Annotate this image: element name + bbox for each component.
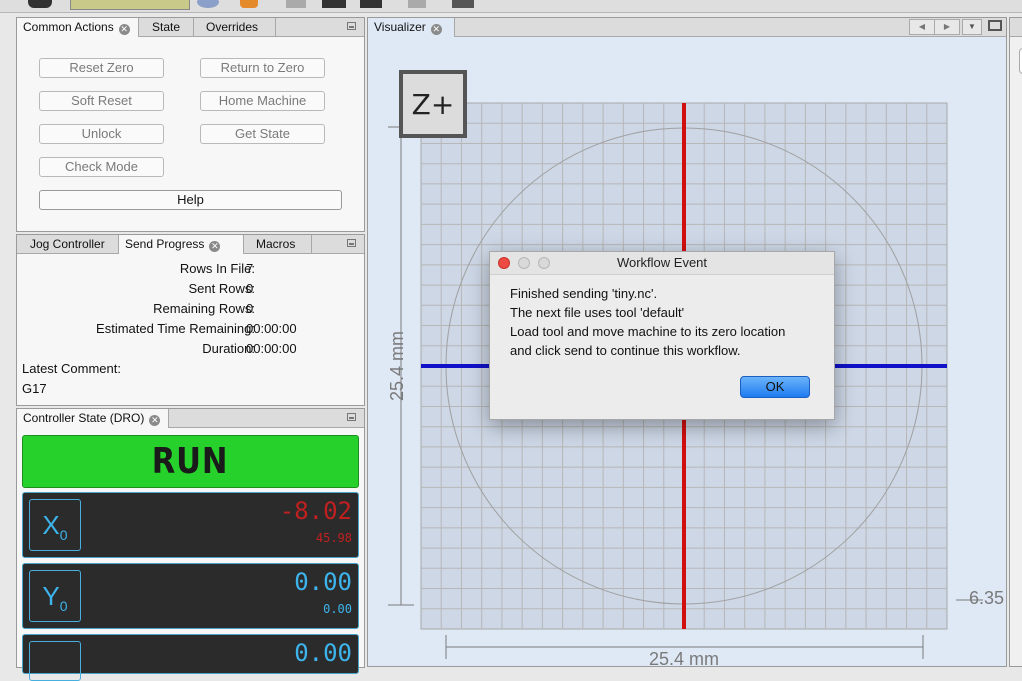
minimize-icon[interactable] [347,239,356,247]
tab-state[interactable]: State [139,18,194,36]
machine-icon[interactable] [452,0,474,8]
tab-scroll-left-icon[interactable]: ◀ [909,19,935,35]
get-state-button[interactable]: Get State [200,124,325,144]
tab-jog-controller[interactable]: Jog Controller [17,235,119,253]
duration-row: Duration: 00:00:00 [17,339,366,359]
return-to-zero-button[interactable]: Return to Zero [200,58,325,78]
machine-state-text: RUN [152,441,229,482]
common-actions-panel: Common Actions ✕ State Overrides Reset Ze… [16,17,365,232]
axis-label: X [42,510,60,540]
tab-controller-state[interactable]: Controller State (DRO) ✕ [17,409,169,428]
open-file-icon[interactable] [28,0,52,8]
minimize-window-icon[interactable] [518,257,530,269]
toolbar [0,0,1022,13]
estimated-time-label: Estimated Time Remaining: [96,321,255,336]
remaining-rows-value: 0 [246,301,254,316]
dro-row-z: 0.00 [22,634,359,681]
dialog-message-line: and click send to continue this workflow… [510,343,741,358]
unlock-button[interactable]: Unlock [39,124,164,144]
remaining-rows-label: Remaining Rows: [153,301,255,316]
close-tab-icon[interactable]: ✕ [430,24,442,35]
close-tab-icon[interactable]: ✕ [118,24,130,35]
help-button[interactable]: Help [39,190,342,210]
sent-rows-row: Sent Rows: 0 [17,279,366,299]
work-position-z: 0.00 [294,639,352,667]
dialog-title: Workflow Event [616,255,708,270]
common-actions-tabbar: Common Actions ✕ State Overrides [17,18,364,37]
maximize-icon[interactable] [988,20,1002,31]
settings-icon[interactable] [240,0,258,8]
tab-send-progress[interactable]: Send Progress ✕ [119,235,244,254]
dro-tabbar: Controller State (DRO) ✕ [17,409,364,428]
y-dimension-label: 25.4 mm [387,331,407,401]
tab-label: Send Progress [125,237,205,251]
axis-label: Y [42,581,60,611]
ok-button[interactable]: OK [740,376,810,398]
machine-position-x: 45.98 [315,531,352,545]
toolbar-preview-image [70,0,190,10]
sent-rows-value: 0 [246,281,254,296]
dialog-message-line: The next file uses tool 'default' [510,305,685,320]
check-mode-button[interactable]: Check Mode [39,157,164,177]
view-cube-label: Z+ [412,88,455,121]
duration-value: 00:00:00 [246,341,297,356]
home-icon[interactable] [408,0,426,8]
axis-subscript: 0 [59,598,68,615]
right-side-panel [1009,17,1022,667]
dialog-message-line: Finished sending 'tiny.nc'. [510,286,658,301]
tab-visualizer[interactable]: Visualizer ✕ [368,18,455,37]
close-window-icon[interactable] [498,257,510,269]
home-machine-button[interactable]: Home Machine [200,91,325,111]
x-dimension-label: 25.4 mm [649,649,719,667]
tab-label: Visualizer [374,20,426,34]
zero-x-button[interactable]: X0 [29,499,81,551]
dro-panel: Controller State (DRO) ✕ RUN X0 -8.02 45.… [16,408,365,681]
dialog-message-line: Load tool and move machine to its zero l… [510,324,786,339]
work-position-y: 0.00 [294,568,352,596]
work-position-x: -8.02 [279,497,352,525]
workflow-event-dialog: Workflow Event Finished sending 'tiny.nc… [489,251,835,420]
close-tab-icon[interactable]: ✕ [209,241,221,252]
progress-tabbar: Jog Controller Send Progress ✕ Macros [17,235,364,254]
visualizer-tabbar: Visualizer ✕ ◀ ▶ ▼ [368,18,1006,37]
latest-comment-value: G17 [22,381,47,396]
right-tabbar [1010,18,1022,37]
stop-icon[interactable] [322,0,346,8]
zero-z-button[interactable] [29,641,81,681]
tab-overrides[interactable]: Overrides [194,18,276,36]
minimize-icon[interactable] [347,413,356,421]
side-dimension-label: 6.35 [969,588,1004,608]
tab-macros[interactable]: Macros [244,235,312,253]
dro-row-x: X0 -8.02 45.98 [22,492,359,558]
minimize-icon[interactable] [347,22,356,30]
latest-comment-label: Latest Comment: [22,361,121,376]
estimated-time-row: Estimated Time Remaining: 00:00:00 [17,319,366,339]
pause-icon[interactable] [360,0,382,8]
zero-y-button[interactable]: Y0 [29,570,81,622]
rows-in-file-value: 7 [246,261,254,276]
send-progress-panel: Jog Controller Send Progress ✕ Macros Row… [16,234,365,406]
tab-label: Common Actions [23,20,114,34]
close-tab-icon[interactable]: ✕ [149,415,161,426]
estimated-time-value: 00:00:00 [246,321,297,336]
tab-label: Controller State (DRO) [23,411,145,425]
tab-list-dropdown-icon[interactable]: ▼ [962,19,982,35]
tab-common-actions[interactable]: Common Actions ✕ [17,18,139,37]
machine-position-y: 0.00 [323,602,352,616]
tab-scroll-right-icon[interactable]: ▶ [934,19,960,35]
zoom-window-icon[interactable] [538,257,550,269]
axis-subscript: 0 [59,527,68,544]
play-icon[interactable] [286,0,306,8]
reset-zero-button[interactable]: Reset Zero [39,58,164,78]
rows-in-file-row: Rows In File: 7 [17,259,366,279]
rows-in-file-label: Rows In File: [179,261,255,276]
machine-state-badge: RUN [22,435,359,488]
connect-icon[interactable] [197,0,219,8]
soft-reset-button[interactable]: Soft Reset [39,91,164,111]
dro-row-y: Y0 0.00 0.00 [22,563,359,629]
remaining-rows-row: Remaining Rows: 0 [17,299,366,319]
